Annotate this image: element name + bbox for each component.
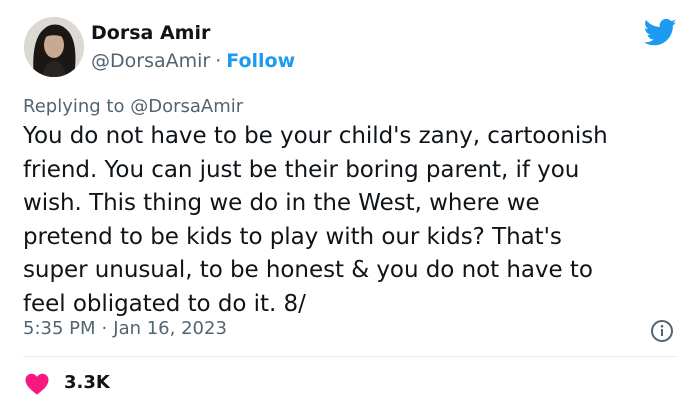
tweet-timestamp[interactable]: 5:35 PM · Jan 16, 2023 [23, 318, 227, 339]
separator-dot: · [101, 318, 108, 339]
author-name[interactable]: Dorsa Amir [91, 22, 210, 44]
author-handle[interactable]: @DorsaAmir [91, 50, 210, 72]
separator-dot: · [215, 50, 222, 72]
replying-to: Replying to @DorsaAmir [23, 96, 243, 117]
follow-button[interactable]: Follow [226, 50, 295, 72]
tweet-time: 5:35 PM [23, 318, 96, 339]
replying-to-label: Replying to [23, 96, 125, 117]
twitter-bird-icon[interactable] [644, 18, 677, 47]
tweet-date: Jan 16, 2023 [113, 318, 227, 339]
author-handle-row: @DorsaAmir · Follow [91, 50, 295, 72]
avatar[interactable] [24, 17, 84, 77]
info-icon[interactable] [650, 319, 674, 343]
tweet-text: You do not have to be your child's zany,… [23, 123, 608, 317]
tweet-card: Dorsa Amir @DorsaAmir · Follow Replying to… [0, 0, 700, 410]
divider [23, 356, 677, 357]
like-count[interactable]: 3.3K [64, 372, 110, 393]
heart-icon[interactable] [25, 373, 49, 395]
replying-to-handle[interactable]: @DorsaAmir [130, 96, 243, 117]
